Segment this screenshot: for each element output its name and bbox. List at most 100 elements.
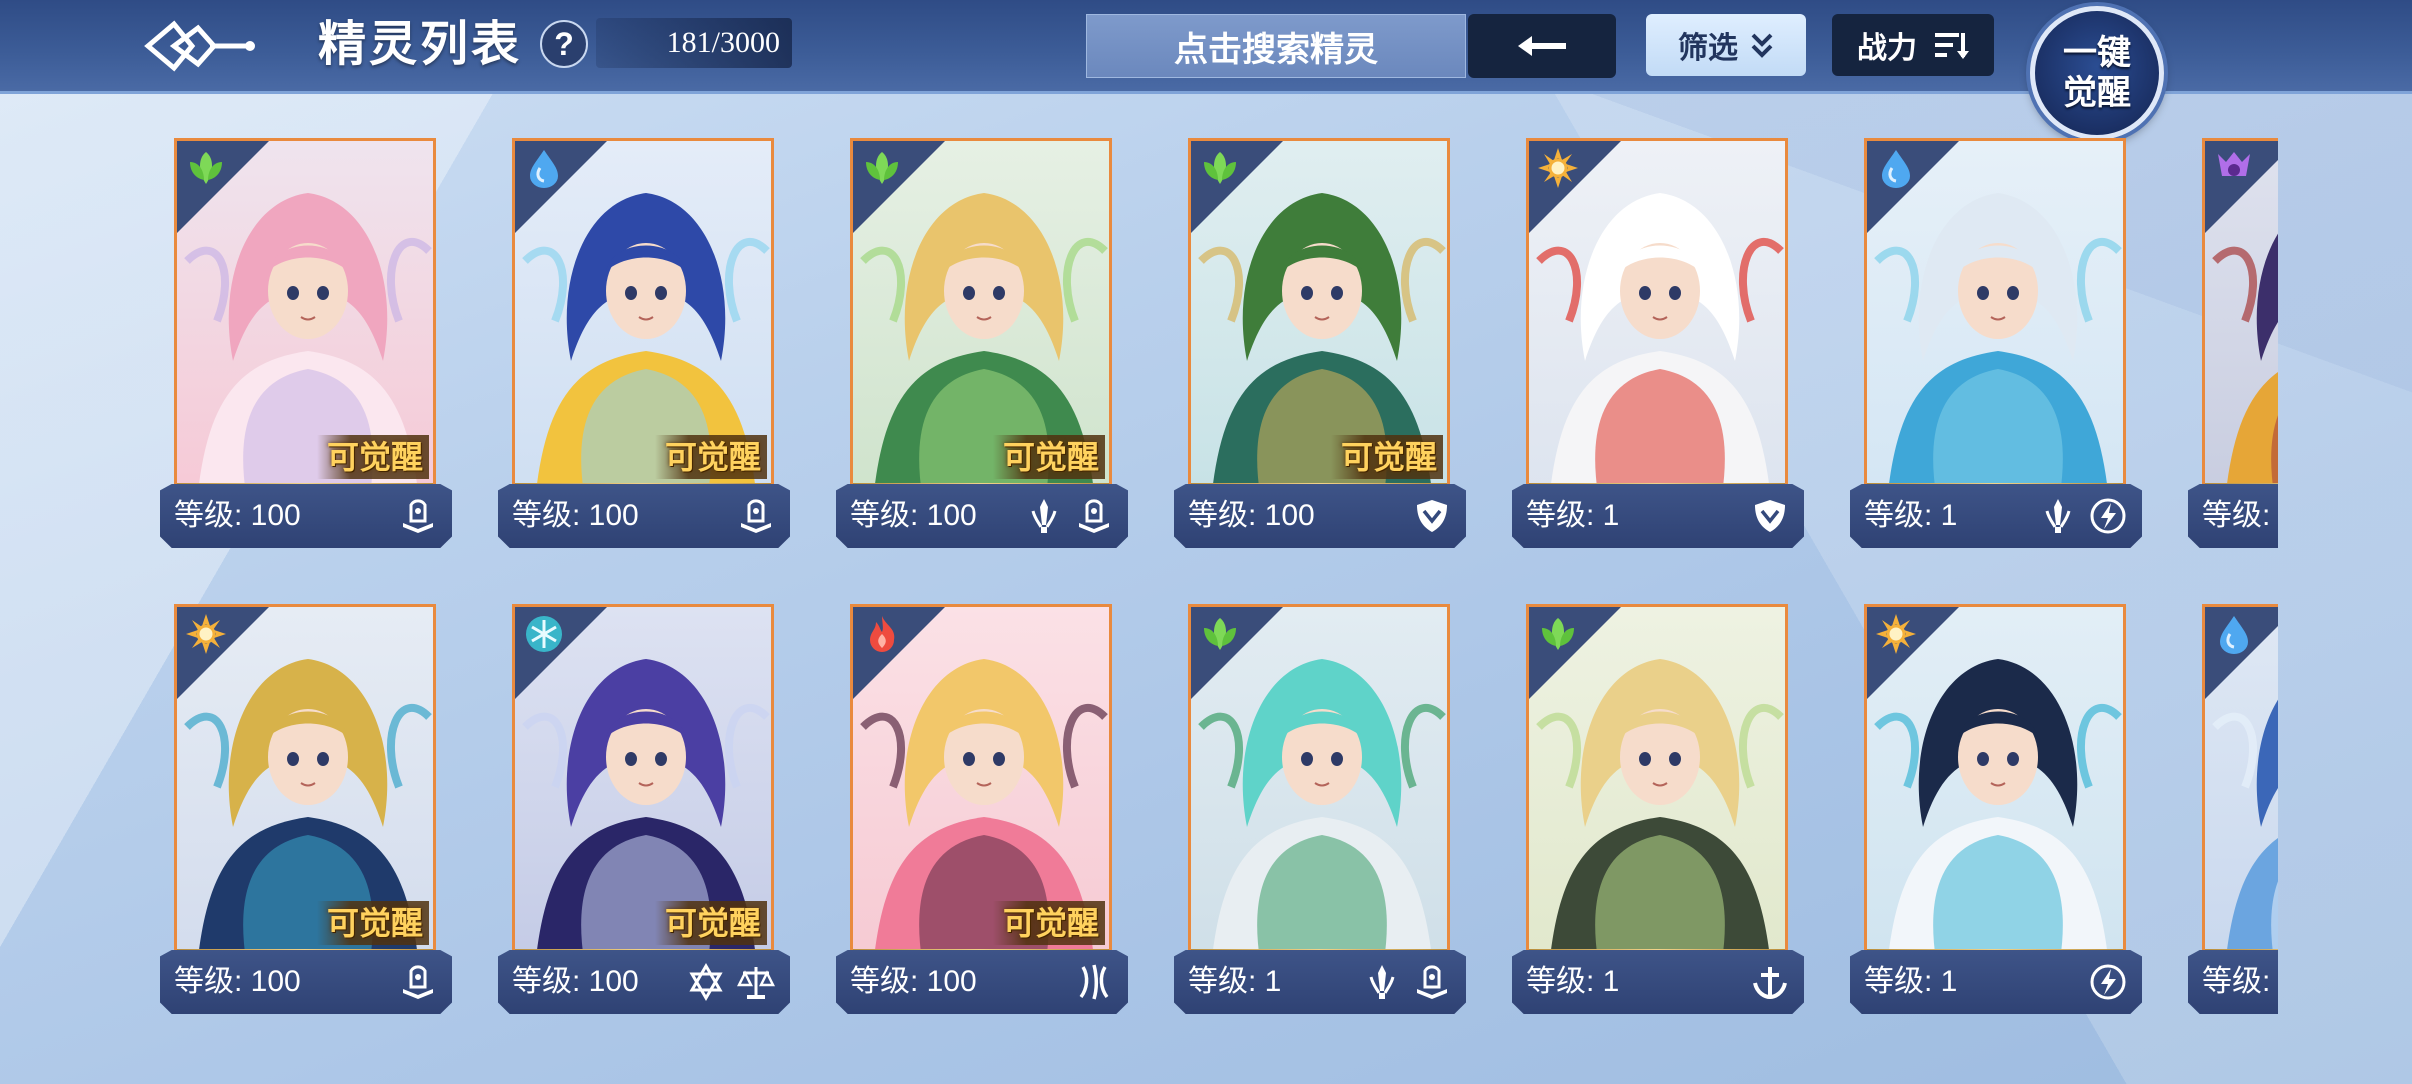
level-text: 等级: 100 [174,965,301,998]
spirit-card[interactable]: 可觉醒 等级: 100 [836,134,1128,562]
help-button[interactable]: ? [540,20,588,68]
level-text: 等级: 100 [850,965,977,998]
level-text: 等级: 100 [850,499,977,532]
filter-button[interactable]: 筛选 [1646,14,1806,76]
spirit-card[interactable]: 等级: 1 [1850,600,2142,1028]
ice-icon [521,611,567,657]
spirit-card[interactable]: 等级: 1 [1512,134,1804,562]
class-icons [2088,962,2128,1002]
spirit-grid: 可觉醒 等级: 100 可觉醒 等级: 100 可觉醒 等级: 100 可觉醒 等级: 100… [160,134,2278,1034]
sword-icon [1362,962,1402,1002]
spirit-card[interactable]: 等级: [2188,600,2278,1028]
level-bar: 等级: 1 [1512,484,1804,548]
shield-icon [1412,496,1452,536]
level-bar: 等级: 100 [160,484,452,548]
anchor-icon [1750,962,1790,1002]
book-icon [736,496,776,536]
water-icon [521,145,567,191]
class-icons [1412,496,1452,536]
claw-icon [1074,962,1114,1002]
grass-icon [1535,611,1581,657]
light-icon [183,611,229,657]
sword-icon [1024,496,1064,536]
sword-icon [2038,496,2078,536]
sort-power-button[interactable]: 战力 [1832,14,1994,76]
arrow-left-icon [1518,36,1566,56]
grass-icon [859,145,905,191]
spirit-card[interactable]: 等级: 1 [1512,600,1804,1028]
spirit-portrait-frame: 可觉醒 [512,604,774,964]
top-bar: 精灵列表 ? 181/3000 点击搜索精灵 筛选 战力 一键 觉醒 [0,0,2412,140]
spirit-portrait-frame [1864,604,2126,964]
spirit-card[interactable]: 可觉醒 等级: 100 [498,600,790,1028]
light-icon [1535,145,1581,191]
awaken-available-tag: 可觉醒 [655,901,767,945]
level-bar: 等级: 100 [836,484,1128,548]
balance-icon [736,962,776,1002]
one-click-awaken-button[interactable]: 一键 觉醒 [2030,6,2164,140]
grass-icon [183,145,229,191]
book-icon [1074,496,1114,536]
water-icon [1873,145,1919,191]
spirit-portrait-frame: 可觉醒 [1188,138,1450,498]
level-text: 等级: 100 [512,965,639,998]
level-bar: 等级: [2188,484,2278,548]
sort-icon [1935,33,1969,59]
level-text: 等级: 1 [1864,965,1958,998]
level-bar: 等级: 100 [160,950,452,1014]
level-bar: 等级: 100 [1174,484,1466,548]
level-bar: 等级: 100 [498,950,790,1014]
awaken-available-tag: 可觉醒 [993,901,1105,945]
class-icons [686,962,776,1002]
spirit-portrait-frame: 可觉醒 [850,138,1112,498]
spirit-card[interactable]: 可觉醒 等级: 100 [1174,134,1466,562]
awaken-line1: 一键 [2063,33,2131,73]
level-text: 等级: 100 [512,499,639,532]
spirit-card[interactable]: 可觉醒 等级: 100 [160,134,452,562]
grass-icon [1197,611,1243,657]
class-icons [1362,962,1452,1002]
spirit-portrait-frame [2202,604,2278,964]
book-icon [398,962,438,1002]
shadow-icon [2211,145,2257,191]
level-bar: 等级: 100 [498,484,790,548]
spirit-card[interactable]: 等级: 1 [1850,134,2142,562]
spirit-portrait-frame [1526,138,1788,498]
level-bar: 等级: 1 [1850,950,2142,1014]
level-text: 等级: [2202,499,2271,532]
class-icons [1750,496,1790,536]
class-icons [1750,962,1790,1002]
class-icons [736,496,776,536]
back-button[interactable] [138,6,258,86]
sort-power-label: 战力 [1857,32,1917,65]
spirit-portrait-frame [2202,138,2278,498]
spirit-portrait-frame [1188,604,1450,964]
level-text: 等级: 1 [1864,499,1958,532]
spirit-card[interactable]: 可觉醒 等级: 100 [498,134,790,562]
light-icon [1873,611,1919,657]
level-text: 等级: 100 [174,499,301,532]
spirit-portrait-frame: 可觉醒 [174,604,436,964]
search-confirm-button[interactable] [1468,14,1616,78]
level-bar: 等级: 1 [1512,950,1804,1014]
shield-icon [1750,496,1790,536]
level-bar: 等级: 1 [1174,950,1466,1014]
spirit-card[interactable]: 等级: [2188,134,2278,562]
awaken-available-tag: 可觉醒 [655,435,767,479]
fire-icon [859,611,905,657]
spirit-portrait-frame [1864,138,2126,498]
search-input[interactable]: 点击搜索精灵 [1086,14,1466,78]
spirit-card[interactable]: 可觉醒 等级: 100 [160,600,452,1028]
filter-label: 筛选 [1678,32,1738,65]
class-icons [398,496,438,536]
spirit-count: 181/3000 [596,18,792,68]
class-icons [1024,496,1114,536]
level-text: 等级: 100 [1188,499,1315,532]
level-bar: 等级: [2188,950,2278,1014]
spirit-card[interactable]: 等级: 1 [1174,600,1466,1028]
level-text: 等级: [2202,965,2271,998]
lightning-icon [2088,962,2128,1002]
spirit-card[interactable]: 可觉醒 等级: 100 [836,600,1128,1028]
spirit-portrait-frame: 可觉醒 [174,138,436,498]
spirit-portrait-frame: 可觉醒 [850,604,1112,964]
